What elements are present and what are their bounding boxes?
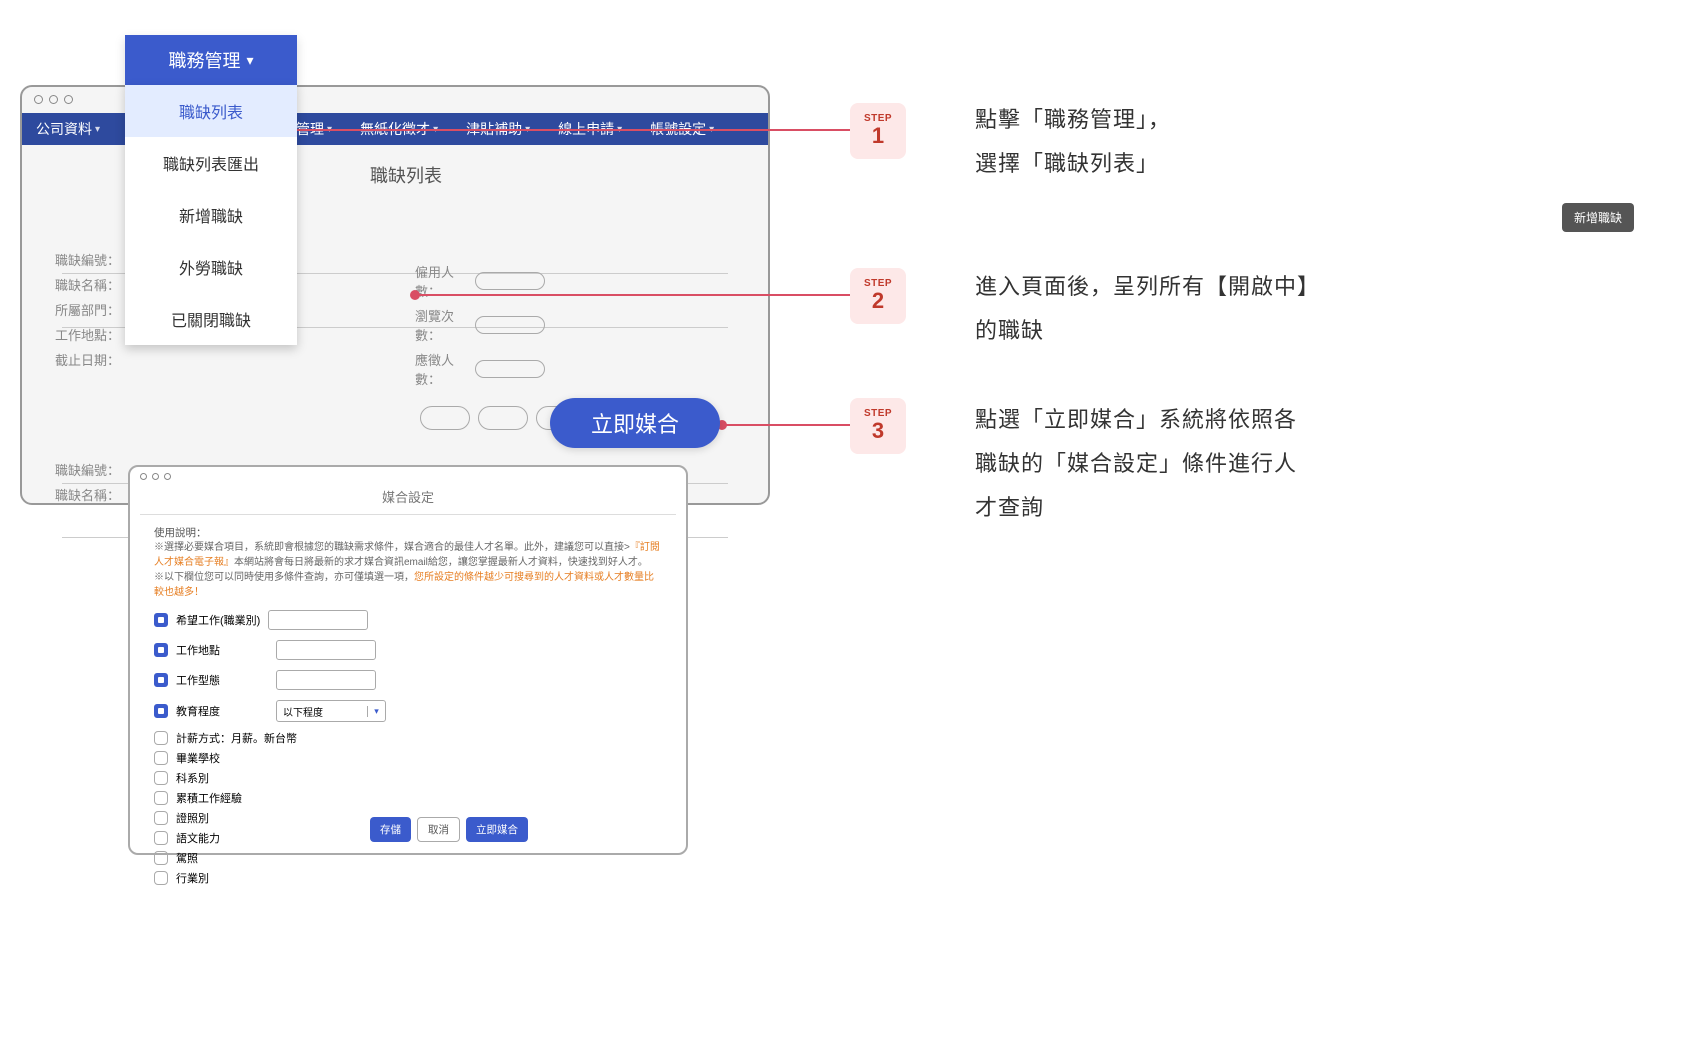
label-major: 科系別 xyxy=(176,770,209,786)
checkbox-driving[interactable] xyxy=(154,851,168,865)
label-work-type: 工作型態 xyxy=(176,672,220,688)
connector-line-3 xyxy=(722,424,850,426)
input-work-type[interactable] xyxy=(276,670,376,690)
action-btn-2[interactable] xyxy=(478,406,528,430)
action-btn-1[interactable] xyxy=(420,406,470,430)
step-badge-3: STEP3 xyxy=(850,398,906,454)
label-language: 語文能力 xyxy=(176,830,220,846)
checkbox-language[interactable] xyxy=(154,831,168,845)
checkbox-work-type[interactable] xyxy=(154,673,168,687)
add-job-button[interactable]: 新增職缺 xyxy=(1562,203,1634,232)
label-salary: 計薪方式：月薪。新台幣 xyxy=(176,730,297,746)
checkbox-school[interactable] xyxy=(154,751,168,765)
checkbox-license[interactable] xyxy=(154,811,168,825)
checkbox-industry[interactable] xyxy=(154,871,168,885)
checkbox-location[interactable] xyxy=(154,643,168,657)
label-applicants: 應徵人數： xyxy=(415,350,475,388)
label-job-name: 職缺名稱： xyxy=(55,275,125,294)
label-driving: 駕照 xyxy=(176,850,198,866)
label-m-location: 工作地點 xyxy=(176,642,220,658)
label-job-name-2: 職缺名稱： xyxy=(55,485,120,504)
form-right: 僱用人數： 瀏覽次數： 應徵人數： xyxy=(415,262,545,394)
modal-title: 媒合設定 xyxy=(130,467,686,506)
instructions-title: 使用說明： xyxy=(154,525,662,540)
checkbox-education[interactable] xyxy=(154,704,168,718)
dropdown-menu: 職缺列表 職缺列表匯出 新增職缺 外勞職缺 已關閉職缺 xyxy=(125,85,297,345)
dropdown-item-export[interactable]: 職缺列表匯出 xyxy=(125,137,297,189)
dropdown-item-closed[interactable]: 已關閉職缺 xyxy=(125,293,297,345)
label-experience: 累積工作經驗 xyxy=(176,790,242,806)
label-location: 工作地點： xyxy=(55,325,125,344)
dropdown-item-list[interactable]: 職缺列表 xyxy=(125,85,297,137)
connector-line-2 xyxy=(415,294,850,296)
label-education: 教育程度 xyxy=(176,703,220,719)
checkbox-major[interactable] xyxy=(154,771,168,785)
page-title: 職缺列表 xyxy=(370,162,442,188)
step-text-2: 進入頁面後，呈列所有【開啟中】 的職缺 xyxy=(975,265,1320,353)
label-views: 瀏覽次數： xyxy=(415,306,475,344)
step-text-1: 點擊「職務管理」， 選擇「職缺列表」 xyxy=(975,98,1171,186)
checkbox-job-type[interactable] xyxy=(154,613,168,627)
window-controls xyxy=(34,95,73,104)
nav-company[interactable]: 公司資料 xyxy=(22,119,114,139)
select-education[interactable]: 以下程度▾ xyxy=(276,700,386,722)
hire-count-input[interactable] xyxy=(475,272,545,290)
step-text-3: 點選「立即媒合」系統將依照各 職缺的「媒合設定」條件進行人 才查詢 xyxy=(975,398,1297,530)
label-school: 畢業學校 xyxy=(176,750,220,766)
modal-match-button[interactable]: 立即媒合 xyxy=(466,817,528,842)
modal-controls xyxy=(140,473,171,480)
label-job-type: 希望工作(職業別) xyxy=(176,612,260,628)
instructions-text-2: ※以下欄位您可以同時使用多條件查詢，亦可僅填選一項，您所設定的條件越少可搜尋到的… xyxy=(154,570,662,600)
label-deadline: 截止日期： xyxy=(55,350,125,369)
match-now-button[interactable]: 立即媒合 xyxy=(550,398,720,448)
dropdown-item-add[interactable]: 新增職缺 xyxy=(125,189,297,241)
connector-line-1 xyxy=(256,129,850,131)
step-badge-1: STEP1 xyxy=(850,103,906,159)
checkbox-salary[interactable] xyxy=(154,731,168,745)
applicants-input[interactable] xyxy=(475,360,545,378)
label-license: 證照別 xyxy=(176,810,209,826)
label-job-id-2: 職缺編號： xyxy=(55,460,120,479)
label-department: 所屬部門： xyxy=(55,300,125,319)
label-industry: 行業別 xyxy=(176,870,209,886)
instructions-text-1: ※選擇必要媒合項目，系統即會根據您的職缺需求條件，媒合適合的最佳人才名單。此外，… xyxy=(154,540,662,570)
step-badge-2: STEP2 xyxy=(850,268,906,324)
input-job-type[interactable] xyxy=(268,610,368,630)
views-input[interactable] xyxy=(475,316,545,334)
dropdown-item-foreign[interactable]: 外勞職缺 xyxy=(125,241,297,293)
save-button[interactable]: 存儲 xyxy=(370,817,411,842)
match-settings-modal: 媒合設定 使用說明： ※選擇必要媒合項目，系統即會根據您的職缺需求條件，媒合適合… xyxy=(128,465,688,855)
checkbox-experience[interactable] xyxy=(154,791,168,805)
label-job-id: 職缺編號： xyxy=(55,250,125,269)
dropdown-header[interactable]: 職務管理 xyxy=(125,35,297,85)
input-location[interactable] xyxy=(276,640,376,660)
cancel-button[interactable]: 取消 xyxy=(417,817,460,842)
